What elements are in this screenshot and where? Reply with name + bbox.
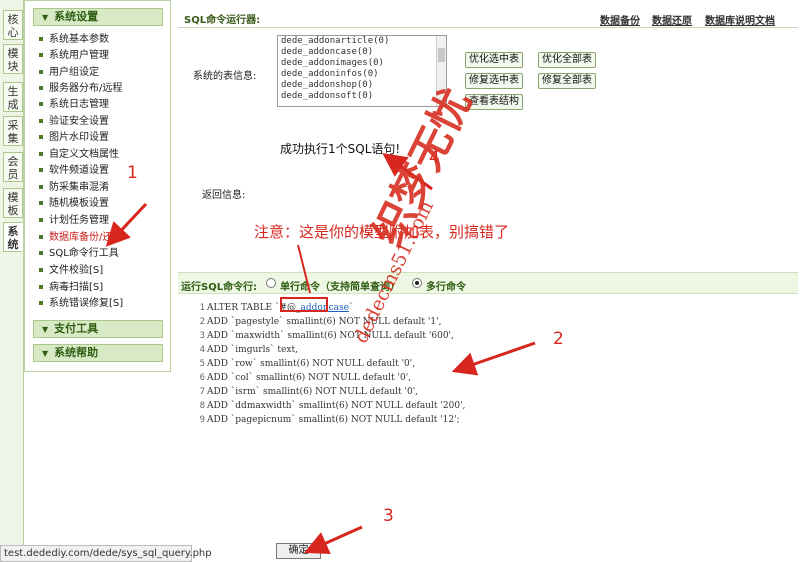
arrow-to-ok-button-icon — [304, 525, 363, 555]
app-root: 核心 模块 生成 采集 会员 模板 系统 ▼ 系统设置 系统基本参数 系统用户管理… — [0, 0, 800, 562]
status-bar: test.dedediy.com/dede/sys_sql_query.php — [0, 545, 212, 562]
arrow-to-db-backup-icon — [105, 202, 148, 247]
arrow-to-highlight-box-icon — [297, 244, 311, 294]
arrow-to-sql-area-icon — [451, 341, 536, 376]
